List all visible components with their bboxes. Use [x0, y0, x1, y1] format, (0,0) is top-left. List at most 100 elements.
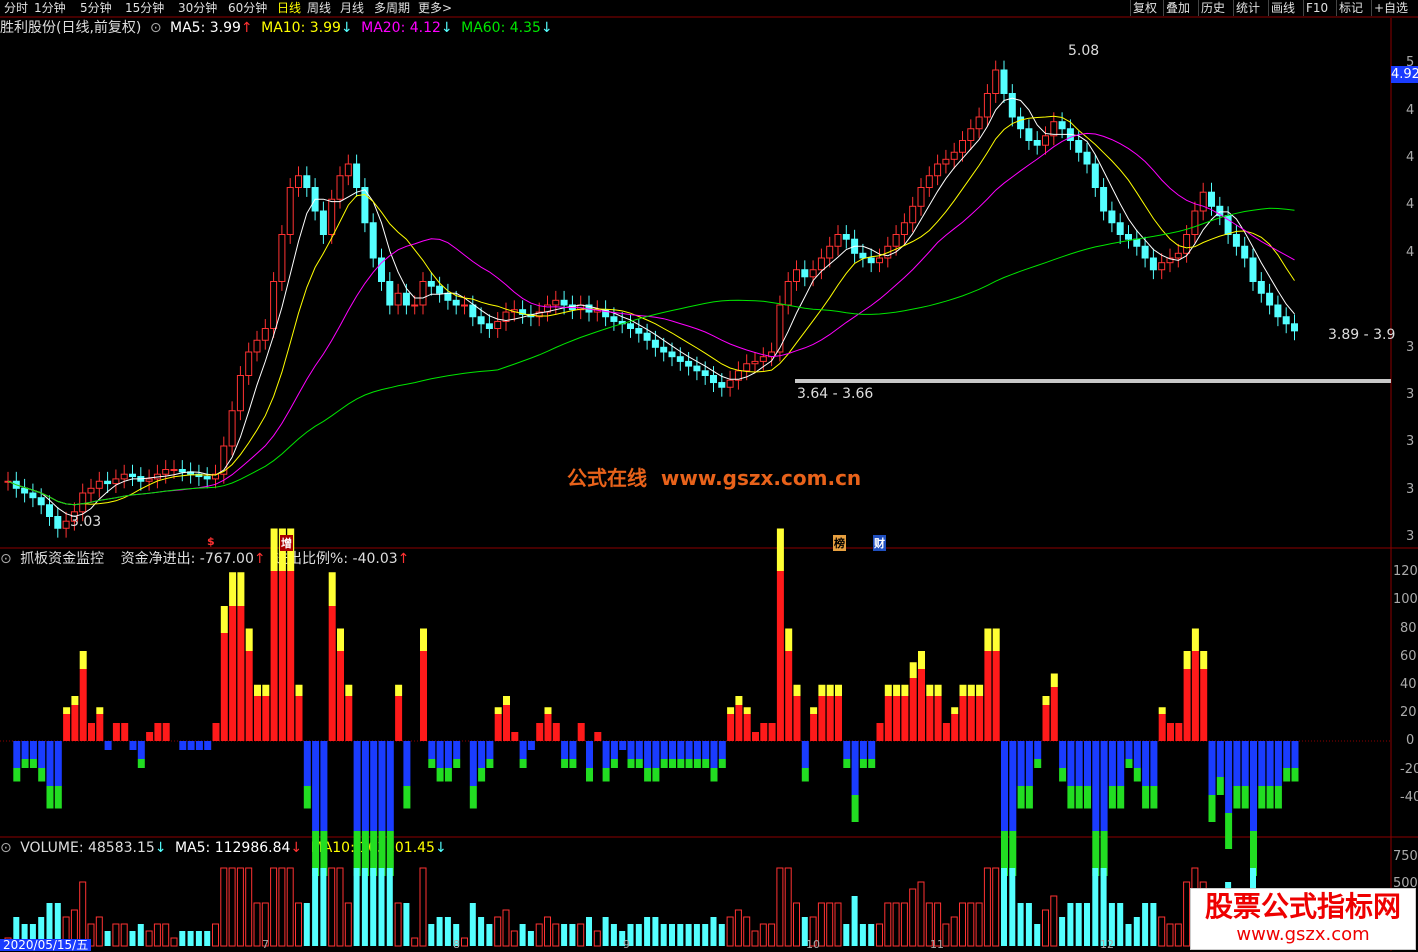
- volume-bar-up: [162, 923, 170, 947]
- flow-bar-yellow: [96, 707, 104, 714]
- flow-bar-blue: [1150, 741, 1158, 786]
- flow-bar-blue: [868, 741, 876, 759]
- candle-body: [485, 323, 493, 329]
- flow-bar-yellow: [967, 684, 975, 696]
- flow-bar-blue: [1100, 741, 1108, 831]
- candle-body: [336, 175, 344, 200]
- flow-bar-blue: [478, 741, 486, 768]
- candle-body: [394, 292, 402, 306]
- flow-bar-blue: [13, 741, 21, 768]
- volume-bar-down: [1059, 917, 1066, 946]
- candle-body: [867, 257, 875, 264]
- flow-bar-blue: [1009, 741, 1017, 831]
- marker-dollar[interactable]: $: [207, 535, 215, 548]
- flow-bar-yellow: [926, 684, 934, 696]
- candle-body: [37, 497, 45, 506]
- flow-bar-green: [1266, 786, 1274, 809]
- flow-bar-red: [826, 696, 834, 741]
- flow-bar-red: [743, 714, 751, 741]
- volume-bar-down: [685, 924, 692, 946]
- volume-bar-up: [295, 902, 302, 947]
- candle-body: [801, 269, 809, 278]
- candle-body: [859, 252, 867, 259]
- flow-bar-blue: [1075, 741, 1083, 786]
- volume-bar-up: [394, 902, 402, 947]
- flow-bar-red: [295, 696, 303, 741]
- flow-bar-green: [685, 759, 693, 768]
- flow-bar-red: [901, 696, 909, 741]
- flow-bar-red: [976, 696, 984, 741]
- y-tick: 3: [1406, 434, 1415, 449]
- volume-bar-up: [336, 867, 344, 947]
- flow-bar-green: [1216, 777, 1224, 795]
- flow-bar-green: [602, 768, 610, 782]
- volume-bar-up: [975, 902, 983, 947]
- flow-bar-red: [220, 633, 228, 741]
- marker-bang[interactable]: 榜: [833, 535, 846, 551]
- marker-zeng[interactable]: 增: [280, 535, 293, 551]
- candle-body: [1266, 292, 1274, 306]
- candle-body: [145, 478, 153, 482]
- flow-bar-green: [843, 759, 851, 768]
- volume-bar-up: [328, 867, 336, 947]
- candle-body: [79, 492, 87, 513]
- flow-bar-green: [519, 759, 527, 768]
- logo-url: www.gszx.com: [1236, 924, 1370, 945]
- volume-bar-down: [851, 896, 858, 946]
- volume-bar-up: [212, 923, 219, 947]
- candle-body: [1257, 281, 1265, 294]
- candle-body: [1232, 234, 1240, 247]
- flow-bar-yellow: [1200, 651, 1208, 669]
- flow-bar-red: [926, 696, 934, 741]
- volume-bar-up: [228, 867, 236, 947]
- flow-bar-red: [79, 669, 87, 741]
- flow-bar-blue: [320, 741, 328, 831]
- volume-bar-up: [278, 867, 286, 947]
- flow-bar-blue: [1025, 741, 1033, 786]
- candle-body: [62, 520, 70, 529]
- volume-bar-up: [593, 930, 601, 947]
- flow-bar-green: [569, 759, 577, 768]
- volume-bar-down: [644, 917, 651, 946]
- flow-bar-blue: [1017, 741, 1025, 786]
- site-logo[interactable]: 股票公式指标网 www.gszx.com: [1190, 888, 1416, 950]
- candle-body: [1183, 234, 1191, 254]
- flow-bar-yellow: [295, 684, 303, 696]
- candle-body: [627, 323, 634, 329]
- volume-bar-down: [436, 917, 443, 946]
- flow-bar-blue: [602, 741, 610, 768]
- flow-bar-green: [478, 768, 486, 782]
- volume-bar-up: [236, 867, 244, 947]
- flow-bar-red: [345, 696, 353, 741]
- flow-bar-blue: [1067, 741, 1075, 786]
- candle-body: [992, 69, 1000, 94]
- candle-body: [452, 299, 460, 306]
- marker-cai[interactable]: 财: [873, 535, 886, 551]
- candle-body: [228, 410, 236, 447]
- volume-bar-up: [552, 923, 560, 947]
- flow-bar-blue: [527, 741, 535, 750]
- flow-bar-blue: [187, 741, 195, 750]
- flow-bar-red: [1158, 714, 1166, 741]
- watermark-text: 公式在线 www.gszx.com.cn: [567, 466, 862, 490]
- candle-body: [635, 328, 643, 334]
- flow-bar-green: [1283, 768, 1291, 782]
- candle-body: [751, 360, 759, 365]
- flow-bar-yellow: [503, 696, 510, 705]
- flow-bar-blue: [1283, 741, 1291, 768]
- volume-bar-down: [859, 924, 866, 946]
- volume-bar-up: [544, 916, 551, 947]
- x-tick: 11: [930, 938, 944, 951]
- volume-bar-up: [1050, 895, 1058, 947]
- flow-bar-green: [38, 768, 46, 782]
- candle-body: [178, 469, 186, 473]
- volume-bar-up: [826, 902, 834, 947]
- flow-bar-blue: [204, 741, 212, 750]
- volume-bar-down: [137, 924, 144, 946]
- flow-bar-blue: [29, 741, 37, 759]
- flow-bar-blue: [137, 741, 145, 759]
- flow-bar-red: [1167, 723, 1174, 741]
- candle-body: [353, 163, 361, 188]
- flow-bar-yellow: [826, 684, 834, 696]
- flow-bar-green: [644, 768, 652, 782]
